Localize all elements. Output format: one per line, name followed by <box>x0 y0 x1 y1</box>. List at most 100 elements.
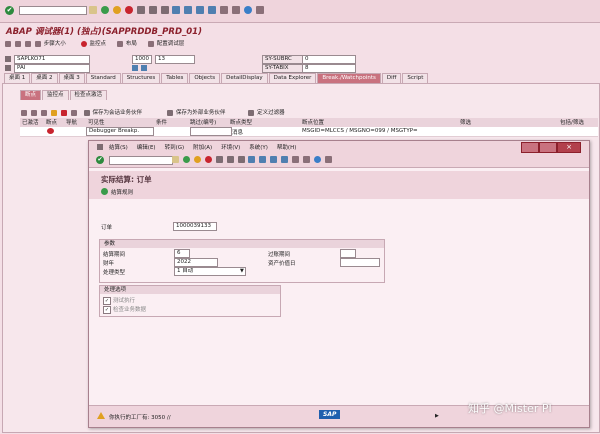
step-over-icon[interactable] <box>14 40 21 47</box>
cancel-icon[interactable] <box>124 6 133 14</box>
test-run-checkbox-row[interactable]: ✓ 测试执行 <box>103 296 135 305</box>
execute-icon[interactable] <box>101 188 108 195</box>
tab-checkpoint-activation[interactable]: 检查点激活 <box>69 90 108 100</box>
exit-icon[interactable] <box>112 6 121 14</box>
tab-detail-display[interactable]: DetailDisplay <box>221 73 268 83</box>
status-expand-icon[interactable]: ▶ <box>435 413 439 419</box>
tab-script[interactable]: Script <box>402 73 429 83</box>
dialog-prev-page-icon[interactable] <box>259 156 267 163</box>
new-session-icon[interactable] <box>220 6 229 14</box>
dialog-first-page-icon[interactable] <box>248 156 256 163</box>
find-next-icon[interactable] <box>160 6 169 14</box>
dropdown-arrow-icon[interactable]: ▼ <box>240 268 244 274</box>
save-session-bp-button[interactable]: 保存为会话业务伙伴 <box>92 108 142 116</box>
dialog-shortcut-icon[interactable] <box>303 156 311 163</box>
watchpoint-button[interactable]: 监控点 <box>90 41 107 47</box>
enter-icon[interactable]: ✔ <box>5 6 14 15</box>
dialog-save-icon[interactable] <box>172 156 179 163</box>
last-page-icon[interactable] <box>208 6 217 14</box>
prev-page-icon[interactable] <box>184 6 193 14</box>
find-icon[interactable] <box>148 6 157 14</box>
menu-goto[interactable]: 转到(G) <box>165 145 185 151</box>
close-button[interactable]: × <box>557 142 581 153</box>
maximize-button[interactable] <box>539 142 557 153</box>
step-return-icon[interactable] <box>24 40 31 47</box>
tab-structures[interactable]: Structures <box>121 73 161 83</box>
skip-cell[interactable] <box>190 127 232 136</box>
tab-diff[interactable]: Diff <box>381 73 402 83</box>
period-field[interactable]: 6 <box>174 249 190 258</box>
col-skip[interactable]: 跳过(编号) <box>190 118 216 126</box>
col-visibility[interactable]: 可见性 <box>88 118 105 126</box>
command-field[interactable] <box>19 6 87 15</box>
dialog-layout-icon[interactable] <box>324 156 332 163</box>
check-data-checkbox[interactable]: ✓ <box>103 305 111 314</box>
tab-data-explorer[interactable]: Data Explorer <box>268 73 317 83</box>
tab-desktop-1[interactable]: 桌面 1 <box>4 73 31 83</box>
col-filter[interactable]: 筛选 <box>460 118 471 126</box>
dialog-cancel-icon[interactable] <box>204 156 212 163</box>
tab-standard[interactable]: Standard <box>85 73 121 83</box>
tab-desktop-2[interactable]: 桌面 2 <box>31 73 58 83</box>
settlement-rule-button[interactable]: 结算规则 <box>111 188 133 196</box>
deactivate-icon[interactable] <box>60 109 67 116</box>
tab-desktop-3[interactable]: 桌面 3 <box>58 73 85 83</box>
col-condition[interactable]: 条件 <box>156 118 167 126</box>
col-include-filter[interactable]: 包括/筛选 <box>560 118 584 126</box>
minimize-button[interactable] <box>521 142 539 153</box>
step-size-button[interactable]: 步骤大小 <box>44 41 66 47</box>
tab-objects[interactable]: Objects <box>189 73 221 83</box>
new-breakpoint-icon[interactable] <box>21 109 27 116</box>
save-icon[interactable] <box>89 6 97 14</box>
filter-icon[interactable] <box>70 109 77 116</box>
menu-extras[interactable]: 附加(A) <box>193 145 212 151</box>
col-active[interactable]: 已激活 <box>22 118 39 126</box>
dialog-back-icon[interactable] <box>182 156 190 163</box>
dialog-exit-icon[interactable] <box>193 156 201 163</box>
col-navigate[interactable]: 导航 <box>66 118 77 126</box>
dialog-next-page-icon[interactable] <box>270 156 278 163</box>
first-page-icon[interactable] <box>172 6 181 14</box>
col-type[interactable]: 断点类型 <box>230 118 252 126</box>
dialog-find-next-icon[interactable] <box>237 156 245 163</box>
col-breakpoint[interactable]: 断点 <box>46 118 57 126</box>
dialog-print-icon[interactable] <box>215 156 223 163</box>
change-breakpoint-icon[interactable] <box>30 109 37 116</box>
check-data-checkbox-row[interactable]: ✓ 检查业务数据 <box>103 305 146 314</box>
menu-edit[interactable]: 编辑(E) <box>137 145 156 151</box>
dialog-help-icon[interactable] <box>313 156 321 163</box>
dialog-command-field[interactable] <box>109 156 173 165</box>
define-filter-button[interactable]: 定义过滤器 <box>257 108 285 116</box>
back-icon[interactable] <box>100 6 109 14</box>
layout-button[interactable]: 布局 <box>126 41 137 47</box>
asset-value-date-field[interactable] <box>340 258 380 267</box>
config-layer-button[interactable]: 配置调试层 <box>157 41 185 47</box>
next-page-icon[interactable] <box>196 6 205 14</box>
save-external-bp-button[interactable]: 保存为外部业务伙伴 <box>176 108 226 116</box>
fiscal-year-field[interactable]: 2022 <box>174 258 218 267</box>
dialog-last-page-icon[interactable] <box>281 156 289 163</box>
dialog-find-icon[interactable] <box>226 156 234 163</box>
menu-system[interactable]: 系统(Y) <box>249 145 268 151</box>
dialog-enter-icon[interactable]: ✔ <box>96 156 104 164</box>
print-icon[interactable] <box>136 6 145 14</box>
posting-period-field[interactable] <box>340 249 356 258</box>
tab-tables[interactable]: Tables <box>161 73 189 83</box>
menu-settlement[interactable]: 结算(S) <box>109 145 128 151</box>
continue-icon[interactable] <box>34 40 41 47</box>
order-field[interactable]: 1000039133 <box>173 222 217 231</box>
help-icon[interactable] <box>243 6 252 14</box>
tab-breakpoints[interactable]: 断点 <box>20 90 42 100</box>
test-run-checkbox[interactable]: ✓ <box>103 296 111 305</box>
dialog-menu-icon[interactable] <box>97 144 103 150</box>
tab-watchpoints[interactable]: 监控点 <box>42 90 69 100</box>
col-position[interactable]: 断点位置 <box>302 118 324 126</box>
processing-type-select[interactable]: 1 自动 <box>174 267 246 276</box>
visibility-cell[interactable]: Debugger Breakp. <box>86 127 154 136</box>
dialog-new-session-icon[interactable] <box>292 156 300 163</box>
menu-help[interactable]: 帮助(H) <box>277 145 296 151</box>
layout-icon[interactable] <box>255 6 264 14</box>
shortcut-icon[interactable] <box>232 6 241 14</box>
step-icon[interactable] <box>5 40 11 47</box>
tab-break-watchpoints[interactable]: Break./Watchpoints <box>317 73 381 83</box>
